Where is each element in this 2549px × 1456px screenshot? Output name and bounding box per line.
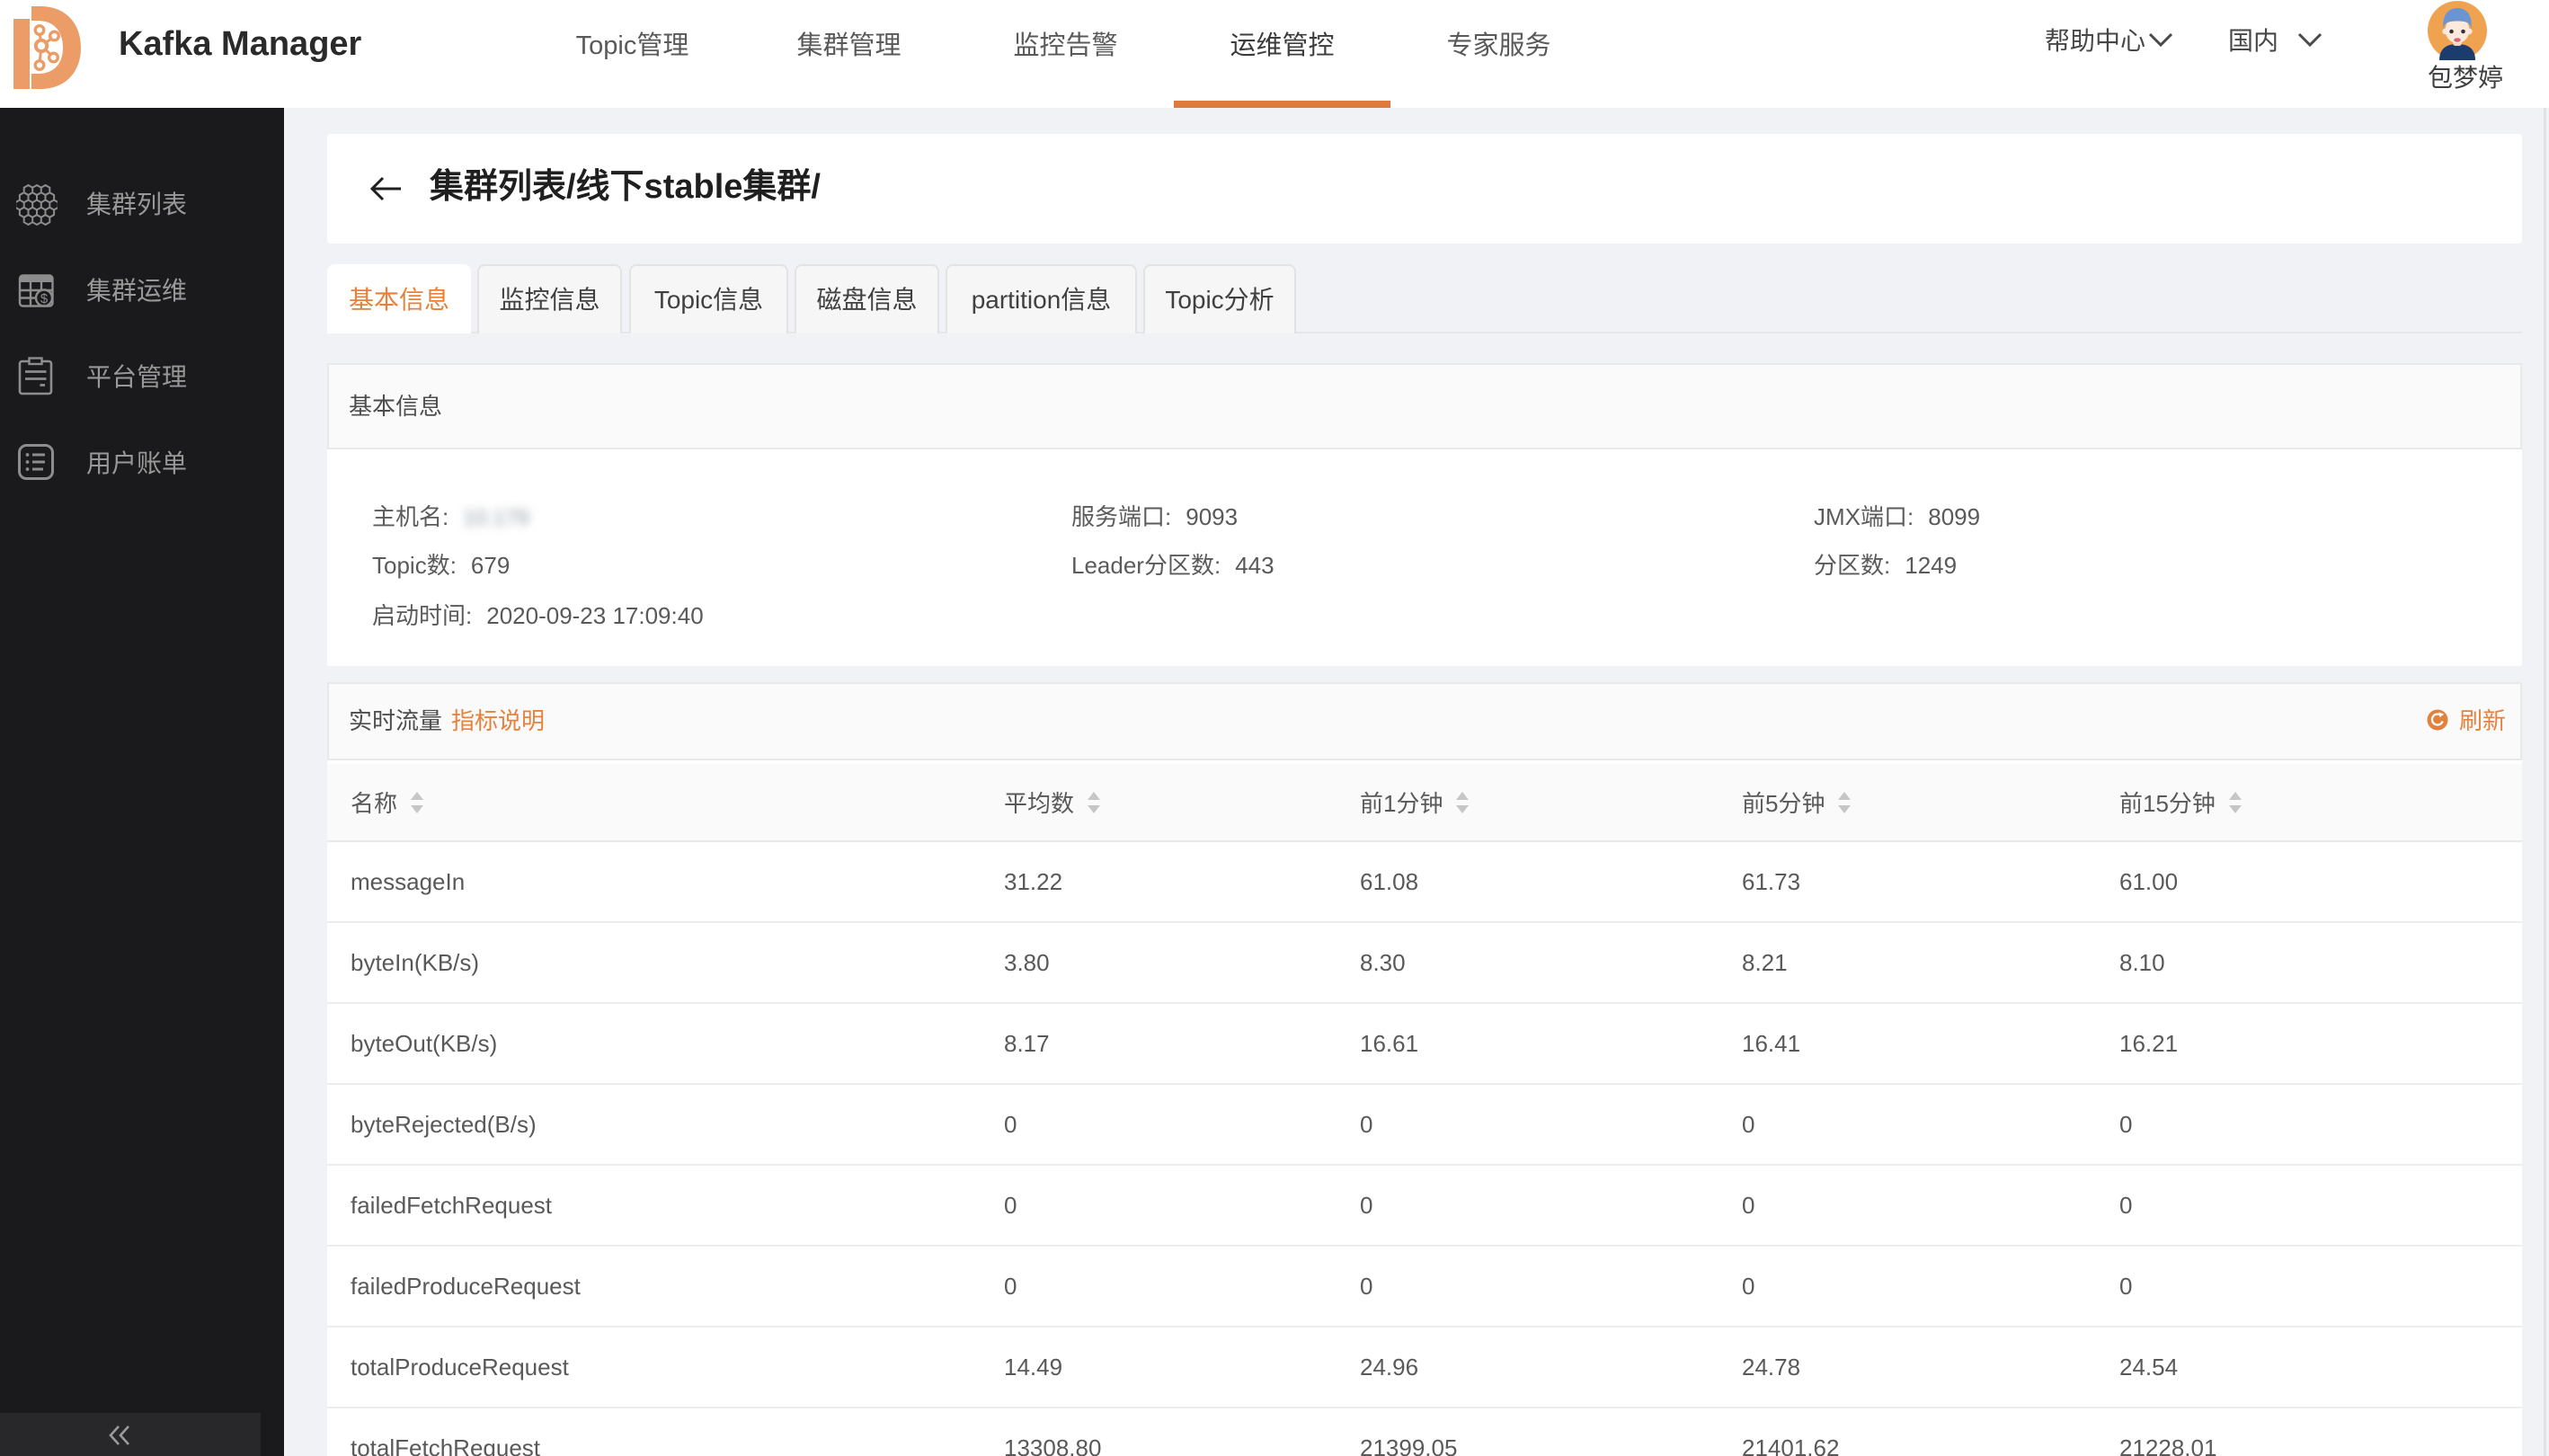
svg-text:$: $ (40, 291, 49, 306)
